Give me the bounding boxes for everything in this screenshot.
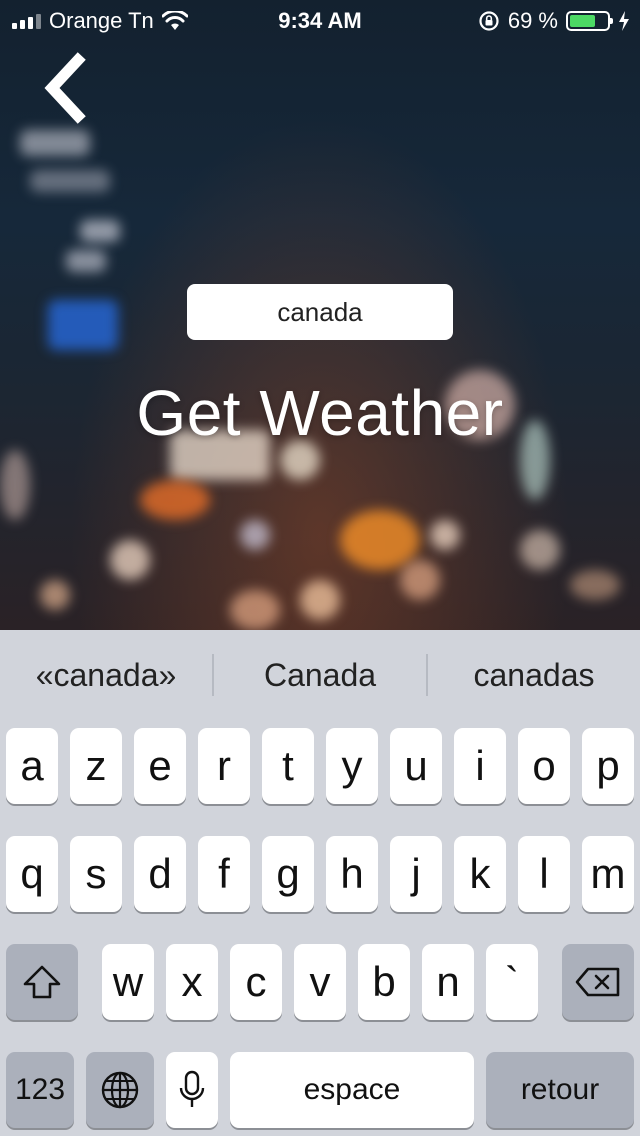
- keyboard: «canada» Canada canadas a z e r t y u i …: [0, 630, 640, 1136]
- suggestion-bar: «canada» Canada canadas: [0, 630, 640, 720]
- key[interactable]: `: [486, 944, 538, 1020]
- key[interactable]: e: [134, 728, 186, 804]
- key[interactable]: z: [70, 728, 122, 804]
- key[interactable]: l: [518, 836, 570, 912]
- get-weather-title[interactable]: Get Weather: [0, 376, 640, 450]
- charging-bolt-icon: [619, 11, 629, 31]
- key[interactable]: q: [6, 836, 58, 912]
- key[interactable]: w: [102, 944, 154, 1020]
- key[interactable]: y: [326, 728, 378, 804]
- globe-key[interactable]: [86, 1052, 154, 1128]
- suggestion-2[interactable]: Canada: [214, 657, 426, 694]
- key[interactable]: a: [6, 728, 58, 804]
- dictation-key[interactable]: [166, 1052, 218, 1128]
- key[interactable]: p: [582, 728, 634, 804]
- status-bar: Orange Tn 9:34 AM 69 %: [0, 0, 640, 40]
- rotation-lock-icon: [479, 11, 499, 31]
- key[interactable]: r: [198, 728, 250, 804]
- backspace-icon: [575, 967, 620, 997]
- globe-icon: [101, 1071, 139, 1109]
- key[interactable]: h: [326, 836, 378, 912]
- key[interactable]: t: [262, 728, 314, 804]
- key[interactable]: s: [70, 836, 122, 912]
- key[interactable]: g: [262, 836, 314, 912]
- microphone-icon: [179, 1070, 205, 1107]
- numbers-key[interactable]: 123: [6, 1052, 74, 1128]
- delete-key[interactable]: [562, 944, 634, 1020]
- key[interactable]: j: [390, 836, 442, 912]
- key[interactable]: i: [454, 728, 506, 804]
- space-key[interactable]: espace: [230, 1052, 474, 1128]
- shift-key[interactable]: [6, 944, 78, 1020]
- key[interactable]: k: [454, 836, 506, 912]
- shift-icon: [23, 965, 61, 999]
- key[interactable]: v: [294, 944, 346, 1020]
- battery-icon: [566, 11, 613, 31]
- key[interactable]: x: [166, 944, 218, 1020]
- city-search-input[interactable]: [187, 284, 453, 340]
- key[interactable]: b: [358, 944, 410, 1020]
- return-key[interactable]: retour: [486, 1052, 634, 1128]
- key[interactable]: f: [198, 836, 250, 912]
- key[interactable]: o: [518, 728, 570, 804]
- suggestion-1[interactable]: «canada»: [0, 657, 212, 694]
- key[interactable]: d: [134, 836, 186, 912]
- key[interactable]: m: [582, 836, 634, 912]
- key[interactable]: c: [230, 944, 282, 1020]
- suggestion-3[interactable]: canadas: [428, 657, 640, 694]
- key[interactable]: n: [422, 944, 474, 1020]
- key[interactable]: u: [390, 728, 442, 804]
- battery-percent: 69 %: [507, 8, 558, 33]
- back-button[interactable]: [38, 52, 94, 124]
